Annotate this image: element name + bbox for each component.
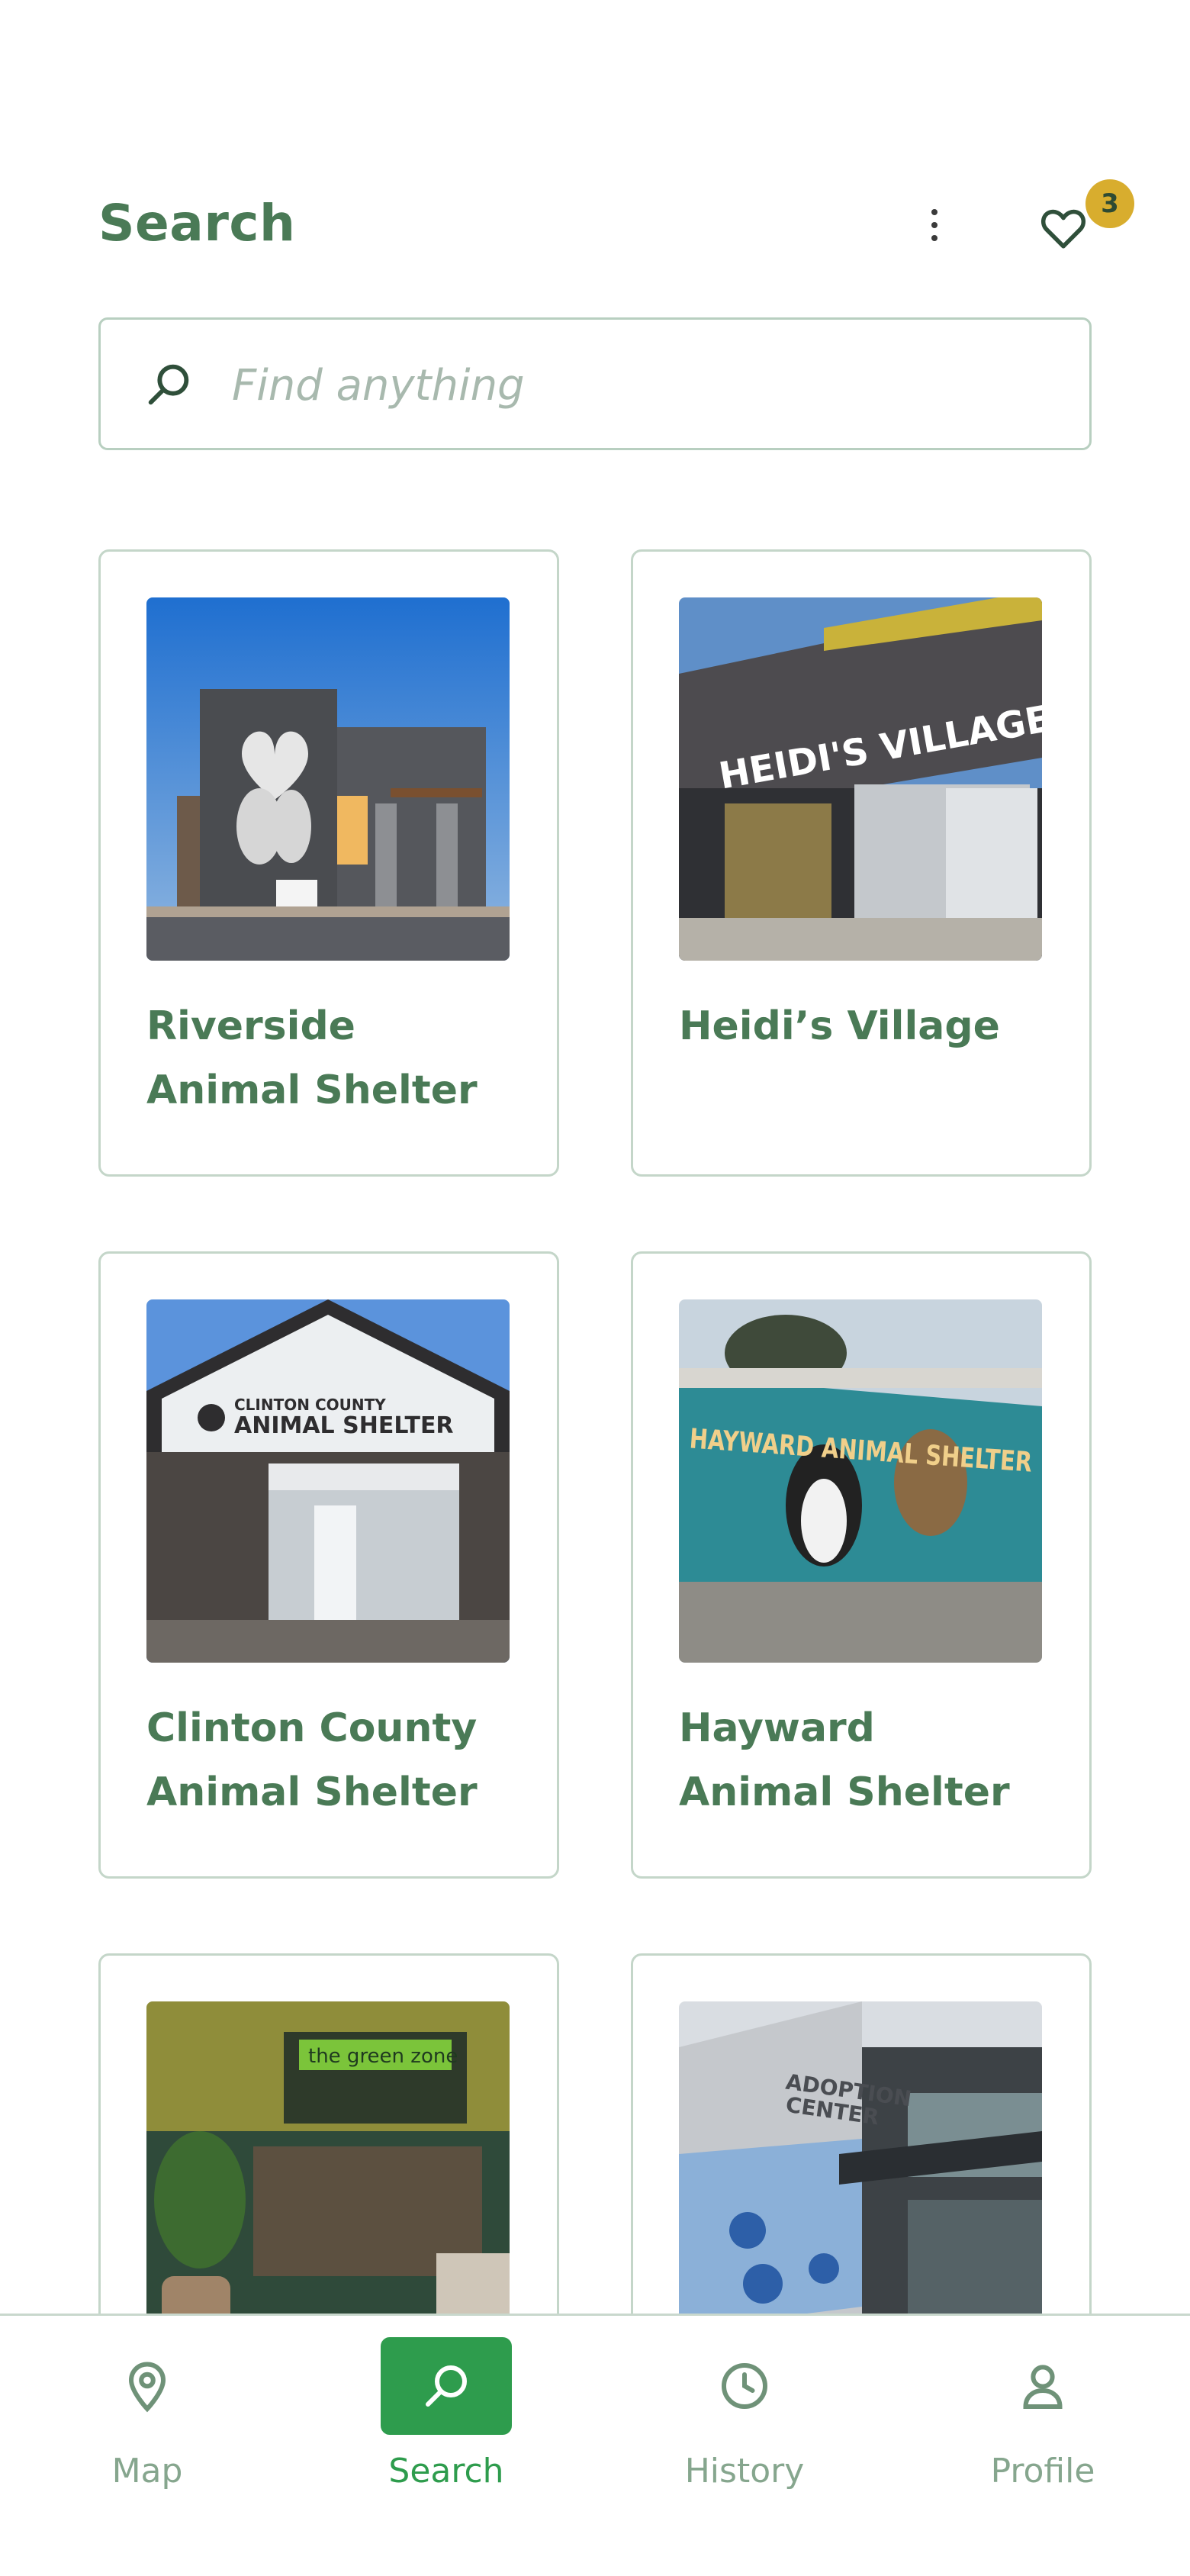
shelter-name-line: Hayward [679, 1705, 875, 1751]
nav-label: Profile [990, 2452, 1095, 2491]
map-pin-icon [128, 2362, 166, 2413]
nav-icon-container [381, 2337, 512, 2435]
nav-icon-container [82, 2337, 213, 2435]
nav-icon-container [679, 2337, 810, 2435]
header: Search 3 [98, 179, 1134, 259]
shelter-photo: CLINTON COUNTY ANIMAL SHELTER [146, 1299, 510, 1663]
shelter-photo: HAYWARD ANIMAL SHELTER [679, 1299, 1042, 1663]
nav-label: Search [388, 2452, 504, 2491]
shelter-photo: HEIDI'S VILLAGE [679, 597, 1042, 961]
green-zone-sign-text: the green zone [308, 2045, 458, 2068]
more-options-button[interactable] [912, 200, 957, 250]
search-icon [148, 364, 189, 405]
shelter-card[interactable]: CLINTON COUNTY ANIMAL SHELTER Clinton Co… [98, 1251, 559, 1879]
nav-label: Map [111, 2452, 183, 2491]
nav-item-search[interactable]: Search [355, 2337, 538, 2505]
favorites-count-badge: 3 [1085, 179, 1134, 228]
more-dot [931, 235, 938, 241]
shelter-card[interactable]: HAYWARD ANIMAL SHELTER Hayward Animal Sh… [631, 1251, 1092, 1879]
shelter-photo: the green zone [146, 2001, 510, 2365]
shelter-name: Hayward Animal Shelter [679, 1696, 1053, 1824]
nav-item-map[interactable]: Map [56, 2337, 239, 2505]
shelter-photo [146, 597, 510, 961]
clock-icon [722, 2363, 767, 2409]
nav-item-profile[interactable]: Profile [951, 2337, 1134, 2505]
person-icon [1023, 2365, 1063, 2409]
nav-icon-container [977, 2337, 1108, 2435]
shelter-name: Clinton County Animal Shelter [146, 1696, 520, 1824]
search-field[interactable] [98, 317, 1092, 450]
shelter-name: Heidi’s Village [679, 994, 1053, 1058]
nav-label: History [684, 2452, 805, 2491]
bottom-navigation: Map Search History Profile [0, 2314, 1190, 2576]
shelter-name-line: Clinton County [146, 1705, 478, 1751]
more-dot [931, 209, 938, 215]
search-input[interactable] [232, 347, 1056, 423]
nav-item-history[interactable]: History [653, 2337, 836, 2505]
shelter-name-line: Animal Shelter [679, 1769, 1010, 1815]
clinton-sign-line: ANIMAL SHELTER [234, 1412, 454, 1439]
favorites-button[interactable]: 3 [1038, 179, 1134, 267]
shelter-name-line: Riverside [146, 1003, 355, 1049]
shelter-name-line: Animal Shelter [146, 1769, 478, 1815]
clinton-sign-line: CLINTON COUNTY [234, 1396, 386, 1414]
shelter-name-line: Heidi’s Village [679, 1003, 1000, 1049]
shelter-name-line: Animal Shelter [146, 1067, 478, 1113]
shelter-photo: ADOPTION CENTER [679, 2001, 1042, 2365]
shelter-card[interactable]: Riverside Animal Shelter [98, 549, 559, 1177]
search-icon [426, 2365, 467, 2407]
heart-icon [1040, 209, 1086, 249]
shelter-name: Riverside Animal Shelter [146, 994, 520, 1122]
shelter-card[interactable]: HEIDI'S VILLAGE Heidi’s Village [631, 549, 1092, 1177]
more-dot [931, 222, 938, 228]
page-title: Search [98, 194, 296, 253]
